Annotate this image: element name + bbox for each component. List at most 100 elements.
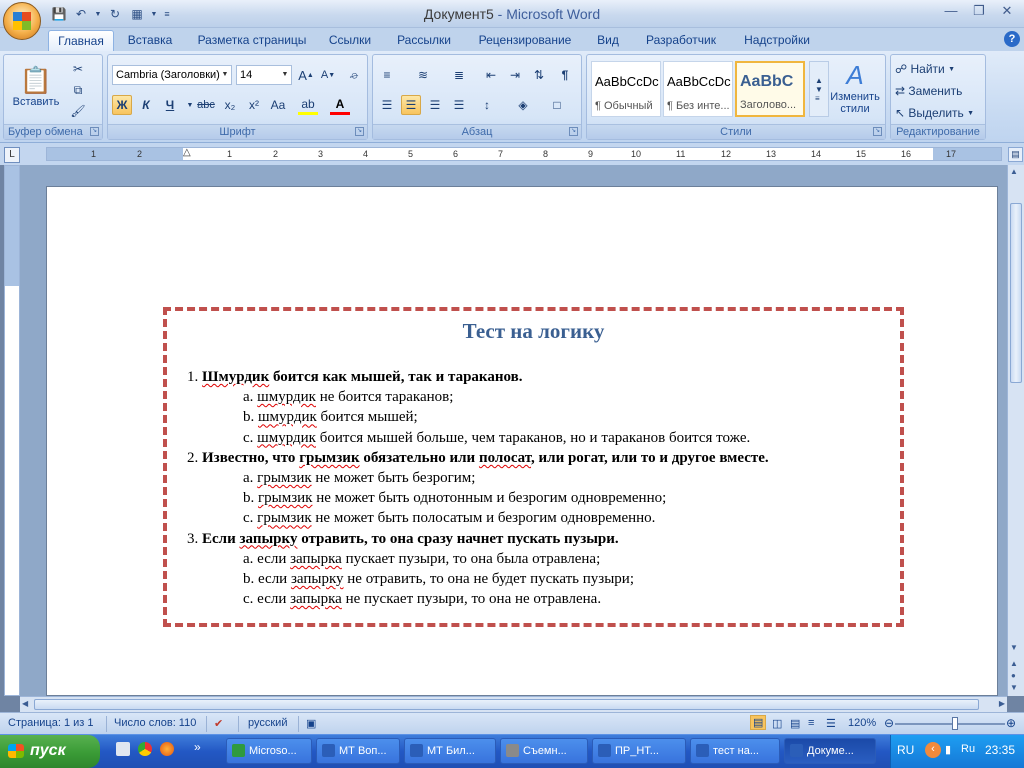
- page-count[interactable]: Страница: 1 из 1: [8, 717, 94, 729]
- horizontal-ruler[interactable]: 1 2 △ 1 2 3 4 5 6 7 8 9 10 11 12 13 14 1…: [46, 147, 1002, 161]
- select-button[interactable]: ↖ Выделить ▼: [895, 103, 985, 123]
- tab-review[interactable]: Рецензирование: [470, 30, 580, 51]
- start-button[interactable]: пуск: [0, 735, 100, 768]
- indent-marker-icon[interactable]: △: [183, 147, 191, 159]
- print-layout-icon[interactable]: ▤: [750, 715, 767, 730]
- superscript-button[interactable]: x²: [244, 95, 264, 115]
- tab-mailings[interactable]: Рассылки: [386, 30, 462, 51]
- font-color-icon[interactable]: A: [330, 95, 350, 115]
- browse-object-icon[interactable]: ●: [1011, 671, 1016, 680]
- replace-button[interactable]: ⇄ Заменить: [895, 81, 985, 101]
- bold-button[interactable]: Ж: [112, 95, 132, 115]
- style-heading[interactable]: AaBbC Заголово...: [735, 61, 805, 117]
- clipboard-launcher-icon[interactable]: ↘: [90, 127, 99, 136]
- increase-indent-icon[interactable]: ⇥: [505, 65, 525, 85]
- styles-scroll-icon[interactable]: ▲ ▼ ≡: [809, 61, 829, 117]
- line-spacing-icon[interactable]: ↕: [477, 95, 497, 115]
- copy-icon[interactable]: ⧉: [68, 80, 88, 100]
- macro-record-icon[interactable]: ▣: [306, 717, 316, 730]
- format-painter-icon[interactable]: 🖌: [68, 101, 88, 121]
- word-count[interactable]: Число слов: 110: [114, 717, 196, 729]
- close-icon[interactable]: ✕: [994, 3, 1020, 21]
- vertical-ruler[interactable]: [4, 165, 20, 696]
- font-size-combo[interactable]: 14 ▼: [236, 65, 292, 85]
- change-styles-button[interactable]: A Изменить стили: [827, 59, 883, 115]
- subscript-button[interactable]: x₂: [220, 95, 240, 115]
- shrink-font-icon[interactable]: A ▼: [318, 65, 338, 85]
- multilevel-list-icon[interactable]: ≣: [449, 65, 469, 85]
- horizontal-scrollbar[interactable]: ◀ ▶: [20, 696, 1007, 712]
- tab-selector-icon[interactable]: L: [4, 147, 20, 163]
- find-button[interactable]: ☍ Найти ▼: [895, 59, 985, 79]
- taskbar-item[interactable]: Microso...: [226, 738, 312, 764]
- test-box[interactable]: Тест на логику 1. Шмурдик боится как мыш…: [163, 307, 904, 627]
- outline-icon[interactable]: ≡: [808, 717, 814, 729]
- taskbar-item[interactable]: Докуме...: [784, 738, 876, 764]
- tab-page-layout[interactable]: Разметка страницы: [190, 30, 314, 51]
- align-left-icon[interactable]: ☰: [377, 95, 397, 115]
- taskbar-item[interactable]: Съемн...: [500, 738, 588, 764]
- language-indicator[interactable]: RU: [897, 743, 914, 757]
- align-right-icon[interactable]: ☰: [425, 95, 445, 115]
- numbering-icon[interactable]: ≋: [413, 65, 433, 85]
- font-name-combo[interactable]: Cambria (Заголовки) ▼: [112, 65, 232, 85]
- show-marks-icon[interactable]: ¶: [555, 65, 575, 85]
- view-ruler-icon[interactable]: ▤: [1008, 147, 1023, 162]
- tab-references[interactable]: Ссылки: [322, 30, 378, 51]
- taskbar-item[interactable]: ПР_НТ...: [592, 738, 686, 764]
- bullets-icon[interactable]: ≡: [377, 65, 397, 85]
- keyboard-layout[interactable]: Ru: [961, 743, 975, 755]
- underline-button[interactable]: Ч: [160, 95, 180, 115]
- vertical-scroll-thumb[interactable]: [1010, 203, 1022, 383]
- decrease-indent-icon[interactable]: ⇤: [481, 65, 501, 85]
- justify-icon[interactable]: ☰: [449, 95, 469, 115]
- style-no-spacing[interactable]: AaBbCcDc ¶ Без инте...: [663, 61, 733, 117]
- next-page-icon[interactable]: ▼: [1010, 683, 1018, 692]
- shading-icon[interactable]: ◈: [513, 95, 533, 115]
- styles-launcher-icon[interactable]: ↘: [873, 127, 882, 136]
- tab-insert[interactable]: Вставка: [118, 30, 182, 51]
- show-desktop-icon[interactable]: [116, 742, 130, 756]
- network-icon[interactable]: ▮: [945, 743, 951, 756]
- restore-icon[interactable]: ❐: [966, 3, 992, 21]
- zoom-level[interactable]: 120%: [848, 717, 876, 729]
- align-center-icon[interactable]: ☰: [401, 95, 421, 115]
- vertical-scrollbar[interactable]: ▲ ▼ ▲ ● ▼: [1007, 165, 1024, 696]
- strikethrough-button[interactable]: abc: [196, 95, 216, 115]
- scroll-up-icon[interactable]: ▲: [1010, 167, 1018, 176]
- quick-launch-overflow-icon[interactable]: »: [194, 740, 201, 754]
- taskbar-item[interactable]: тест на...: [690, 738, 780, 764]
- zoom-in-icon[interactable]: ⊕: [1006, 716, 1016, 730]
- previous-page-icon[interactable]: ▲: [1010, 659, 1018, 668]
- paste-button[interactable]: 📋 Вставить: [12, 59, 60, 113]
- office-button[interactable]: [3, 2, 41, 40]
- grow-font-icon[interactable]: A ▲: [296, 65, 316, 85]
- style-normal[interactable]: AaBbCcDc ¶ Обычный: [591, 61, 661, 117]
- sort-icon[interactable]: ⇅: [529, 65, 549, 85]
- taskbar-item[interactable]: МТ Бил...: [404, 738, 496, 764]
- taskbar-item[interactable]: МТ Воп...: [316, 738, 400, 764]
- paragraph-launcher-icon[interactable]: ↘: [569, 127, 578, 136]
- cut-icon[interactable]: ✂: [68, 59, 88, 79]
- change-case-button[interactable]: Aa: [268, 95, 288, 115]
- help-icon[interactable]: ?: [1004, 31, 1020, 47]
- tab-view[interactable]: Вид: [588, 30, 628, 51]
- tab-developer[interactable]: Разработчик: [636, 30, 726, 51]
- highlight-icon[interactable]: ab: [298, 95, 318, 115]
- web-layout-icon[interactable]: ▤: [790, 717, 800, 730]
- chrome-icon[interactable]: [138, 742, 152, 756]
- zoom-slider[interactable]: [895, 723, 1005, 725]
- font-size-dropdown-icon[interactable]: ▼: [279, 66, 291, 84]
- draft-icon[interactable]: ☰: [826, 717, 836, 730]
- spelling-check-icon[interactable]: ✔: [214, 717, 223, 730]
- firefox-icon[interactable]: [160, 742, 174, 756]
- font-name-dropdown-icon[interactable]: ▼: [219, 66, 231, 84]
- minimize-icon[interactable]: —: [938, 3, 964, 21]
- italic-button[interactable]: К: [136, 95, 156, 115]
- scroll-left-icon[interactable]: ◀: [22, 699, 28, 708]
- full-screen-reading-icon[interactable]: ◫: [772, 717, 782, 730]
- zoom-out-icon[interactable]: ⊖: [884, 716, 894, 730]
- tab-home[interactable]: Главная: [48, 30, 114, 51]
- clock[interactable]: 23:35: [985, 743, 1015, 757]
- tray-collapse-icon[interactable]: ‹: [925, 742, 941, 758]
